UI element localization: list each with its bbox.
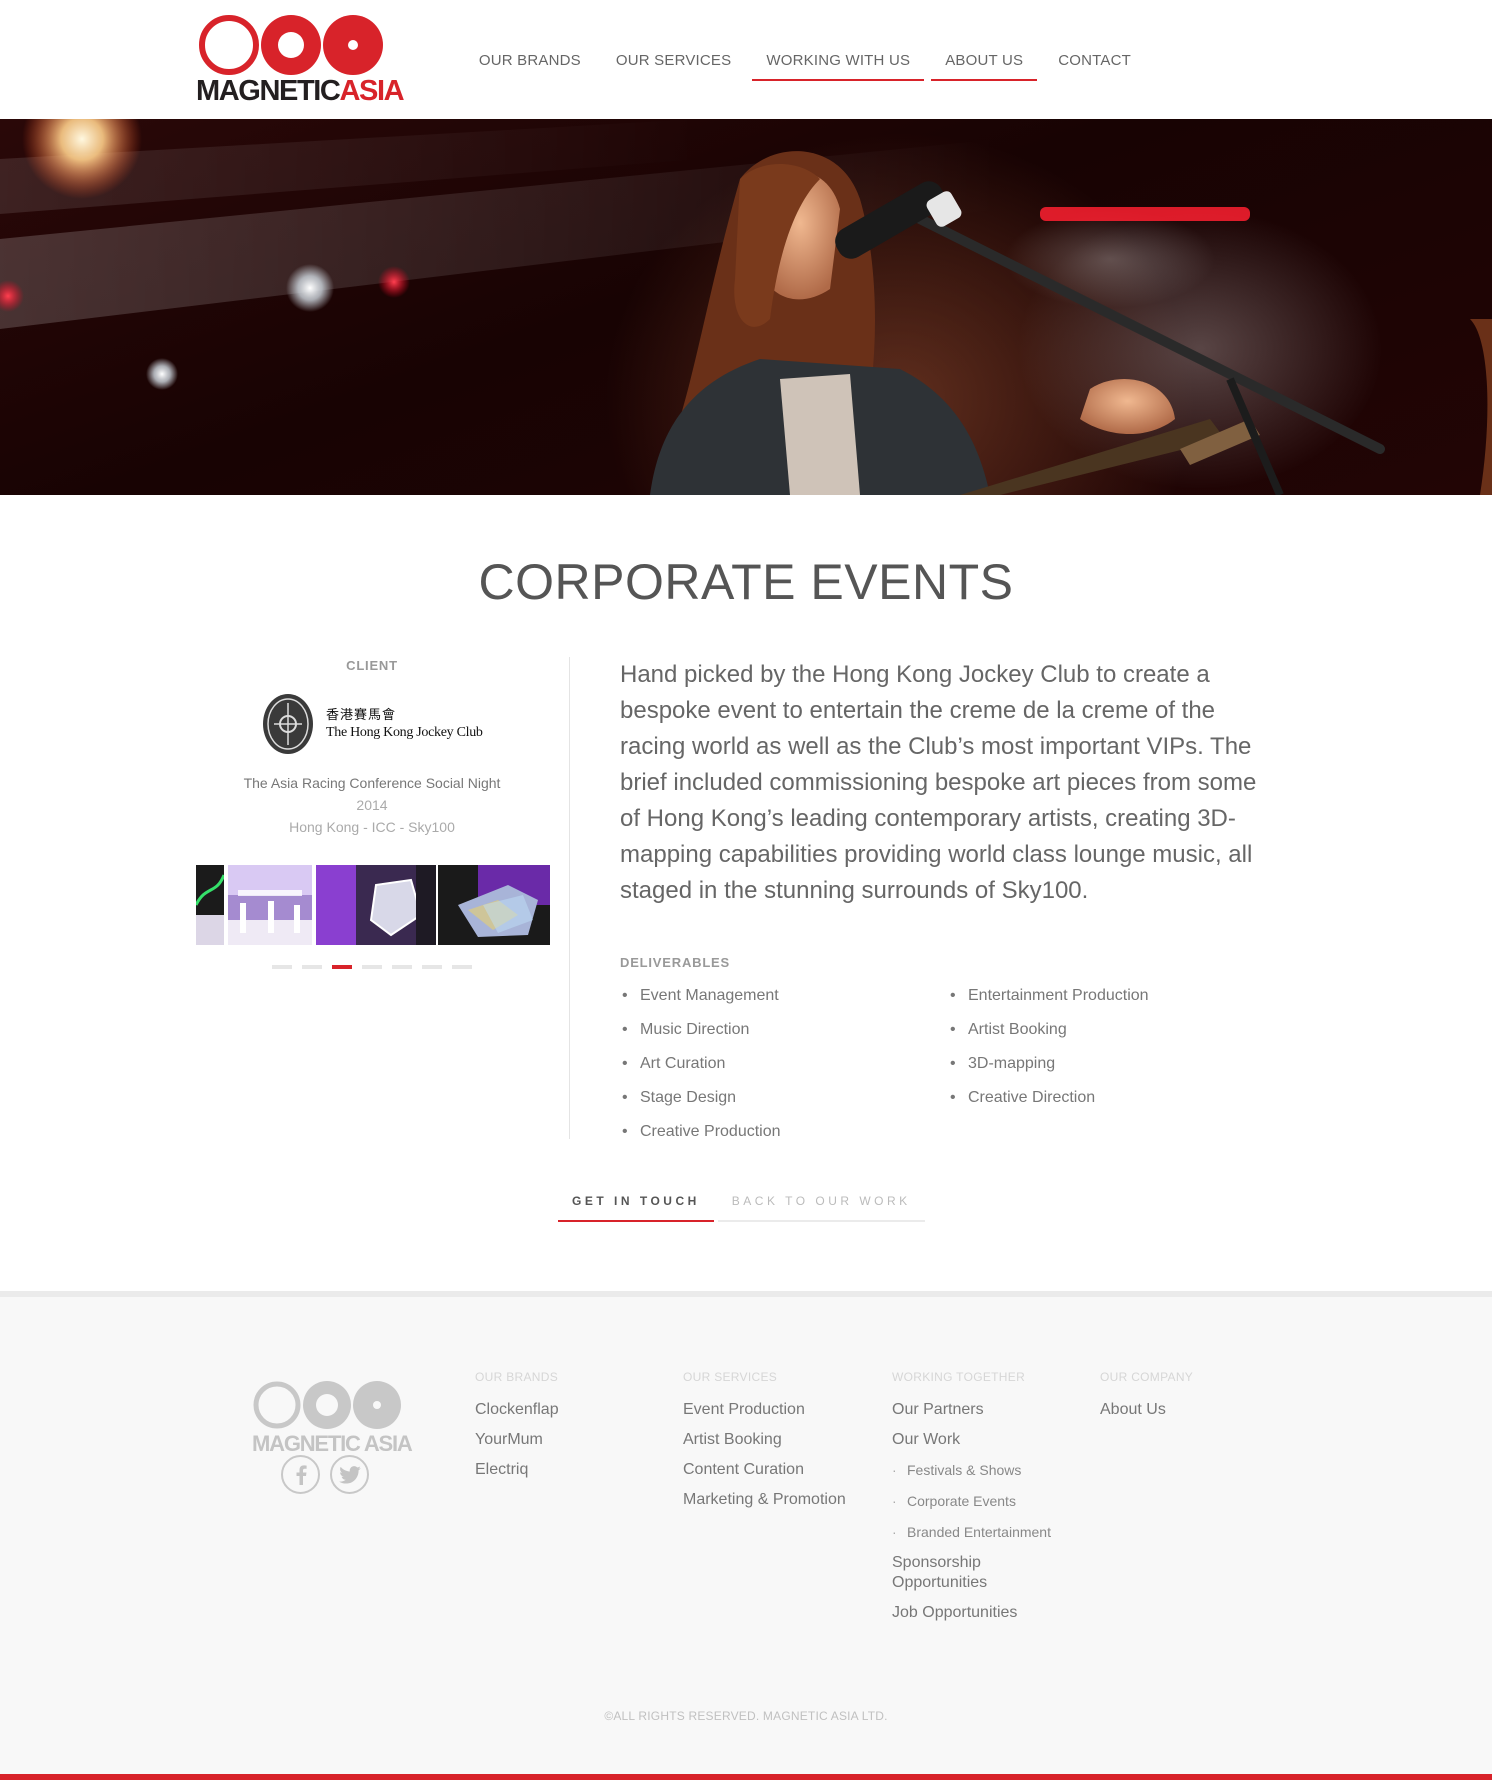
footer-logo-wordmark: MAGNETIC ASIA bbox=[252, 1431, 413, 1456]
footer-col-working-together: WORKING TOGETHER Our Partners Our Work F… bbox=[892, 1370, 1077, 1633]
social-links bbox=[281, 1455, 369, 1494]
footer-sublink-corporate-events[interactable]: Corporate Events bbox=[892, 1491, 1077, 1511]
main-nav: OUR BRANDS OUR SERVICES WORKING WITH US … bbox=[458, 0, 1145, 81]
site-footer: MAGNETIC ASIA OUR BRANDS Clockenflap You… bbox=[0, 1291, 1492, 1780]
footer-link-sponsorship-opportunities[interactable]: Sponsorship Opportunities bbox=[892, 1553, 1077, 1593]
gallery-thumb-3[interactable] bbox=[316, 865, 436, 945]
event-location: Hong Kong - ICC - Sky100 bbox=[289, 819, 455, 835]
footer-link-electriq[interactable]: Electriq bbox=[475, 1460, 675, 1480]
gallery-image-3 bbox=[316, 865, 436, 945]
cta-buttons: GET IN TOUCH BACK TO OUR WORK bbox=[558, 1182, 925, 1222]
nav-our-brands[interactable]: OUR BRANDS bbox=[465, 0, 595, 81]
gallery-dot-6[interactable] bbox=[422, 965, 442, 969]
footer-link-our-work[interactable]: Our Work bbox=[892, 1430, 1077, 1450]
page-title: CORPORATE EVENTS bbox=[478, 554, 1014, 610]
footer-col-our-services: OUR SERVICES Event Production Artist Boo… bbox=[683, 1370, 883, 1520]
gallery-dot-2[interactable] bbox=[302, 965, 322, 969]
footer-heading: OUR COMPANY bbox=[1100, 1370, 1194, 1384]
gallery-thumb-1[interactable] bbox=[196, 865, 224, 945]
client-logo-english: The Hong Kong Jockey Club bbox=[326, 725, 483, 740]
deliverable-item: Event Management bbox=[620, 986, 781, 1020]
gallery-image-2 bbox=[228, 865, 312, 945]
logo-text-main: MAGNETIC bbox=[196, 75, 341, 107]
logo-wordmark: MAGNETICASIA bbox=[196, 75, 405, 108]
footer-heading: OUR BRANDS bbox=[475, 1370, 559, 1384]
gallery-dot-1[interactable] bbox=[272, 965, 292, 969]
logo-text-accent: ASIA bbox=[339, 75, 404, 107]
footer-link-our-partners[interactable]: Our Partners bbox=[892, 1400, 1077, 1420]
footer-link-content-curation[interactable]: Content Curation bbox=[683, 1460, 883, 1480]
footer-links: Clockenflap YourMum Electriq bbox=[475, 1400, 675, 1480]
gallery-thumb-2[interactable] bbox=[228, 865, 312, 945]
gallery-image-4 bbox=[438, 865, 550, 945]
copyright-text: ©ALL RIGHTS RESERVED. MAGNETIC ASIA LTD. bbox=[604, 1709, 888, 1723]
gallery-dot-7[interactable] bbox=[452, 965, 472, 969]
footer-link-event-production[interactable]: Event Production bbox=[683, 1400, 883, 1420]
client-panel: CLIENT 香港賽馬會 The Hong Kong Jockey Club T… bbox=[196, 658, 550, 969]
deliverable-item: Stage Design bbox=[620, 1088, 781, 1122]
get-in-touch-button[interactable]: GET IN TOUCH bbox=[558, 1182, 714, 1222]
twitter-icon[interactable] bbox=[330, 1455, 369, 1494]
twitter-glyph bbox=[338, 1465, 361, 1484]
gallery-dot-5[interactable] bbox=[392, 965, 412, 969]
footer-heading: OUR SERVICES bbox=[683, 1370, 778, 1384]
footer-link-artist-booking[interactable]: Artist Booking bbox=[683, 1430, 883, 1450]
deliverable-item: Creative Production bbox=[620, 1122, 781, 1156]
logo-circles-icon bbox=[199, 15, 383, 75]
nav-working-with-us[interactable]: WORKING WITH US bbox=[752, 0, 925, 81]
facebook-icon[interactable] bbox=[281, 1455, 320, 1494]
deliverable-item: Artist Booking bbox=[948, 1020, 1149, 1054]
deliverables-column-1: Event Management Music Direction Art Cur… bbox=[620, 986, 781, 1156]
footer-link-yourmum[interactable]: YourMum bbox=[475, 1430, 675, 1450]
gallery-pagination bbox=[196, 965, 548, 969]
hero-banner-image bbox=[0, 119, 1492, 495]
footer-col-our-brands: OUR BRANDS Clockenflap YourMum Electriq bbox=[475, 1370, 675, 1490]
client-logo-chinese: 香港賽馬會 bbox=[326, 708, 397, 723]
gallery-dot-3[interactable] bbox=[332, 965, 352, 969]
footer-accent-bar bbox=[0, 1774, 1492, 1780]
deliverable-item: Creative Direction bbox=[948, 1088, 1149, 1122]
footer-logo-circles-icon bbox=[253, 1381, 401, 1429]
footer-link-about-us[interactable]: About Us bbox=[1100, 1400, 1300, 1420]
footer-link-marketing-promotion[interactable]: Marketing & Promotion bbox=[683, 1490, 883, 1510]
facebook-glyph bbox=[296, 1464, 307, 1485]
deliverable-item: Music Direction bbox=[620, 1020, 781, 1054]
deliverables-label: DELIVERABLES bbox=[620, 955, 731, 970]
footer-sublink-festivals-shows[interactable]: Festivals & Shows bbox=[892, 1460, 1077, 1480]
footer-link-job-opportunities[interactable]: Job Opportunities bbox=[892, 1603, 1077, 1623]
client-label: CLIENT bbox=[346, 658, 398, 673]
column-divider bbox=[569, 657, 570, 1139]
site-header: MAGNETICASIA OUR BRANDS OUR SERVICES WOR… bbox=[0, 0, 1492, 119]
nav-our-services[interactable]: OUR SERVICES bbox=[602, 0, 746, 81]
deliverables-list: Event Management Music Direction Art Cur… bbox=[620, 986, 1280, 1166]
event-name: The Asia Racing Conference Social Night bbox=[243, 775, 501, 791]
project-description-panel: Hand picked by the Hong Kong Jockey Club… bbox=[620, 657, 1280, 1166]
event-year: 2014 bbox=[356, 797, 388, 813]
nav-about-us[interactable]: ABOUT US bbox=[931, 0, 1038, 81]
project-description: Hand picked by the Hong Kong Jockey Club… bbox=[620, 661, 1257, 904]
concert-performer-illustration bbox=[0, 119, 1492, 495]
footer-links: Our Partners Our Work Festivals & Shows … bbox=[892, 1400, 1077, 1623]
footer-sublink-branded-entertainment[interactable]: Branded Entertainment bbox=[892, 1522, 1077, 1542]
footer-heading: WORKING TOGETHER bbox=[892, 1370, 1026, 1384]
magnetic-asia-logo[interactable]: MAGNETICASIA bbox=[196, 13, 405, 107]
deliverable-item: Entertainment Production bbox=[948, 986, 1149, 1020]
gallery-dot-4[interactable] bbox=[362, 965, 382, 969]
footer-links: About Us bbox=[1100, 1400, 1300, 1420]
footer-link-clockenflap[interactable]: Clockenflap bbox=[475, 1400, 675, 1420]
back-to-our-work-button[interactable]: BACK TO OUR WORK bbox=[717, 1182, 925, 1222]
footer-col-our-company: OUR COMPANY About Us bbox=[1100, 1370, 1300, 1430]
nav-contact[interactable]: CONTACT bbox=[1044, 0, 1145, 81]
gallery-thumb-4[interactable] bbox=[438, 865, 550, 945]
jockey-club-seal-icon bbox=[263, 694, 313, 754]
gallery-image-1 bbox=[196, 865, 224, 945]
footer-links: Event Production Artist Booking Content … bbox=[683, 1400, 883, 1510]
event-gallery-carousel[interactable] bbox=[196, 865, 550, 945]
deliverable-item: Art Curation bbox=[620, 1054, 781, 1088]
deliverables-column-2: Entertainment Production Artist Booking … bbox=[948, 986, 1149, 1122]
client-logo: 香港賽馬會 The Hong Kong Jockey Club bbox=[262, 693, 483, 755]
deliverable-item: 3D-mapping bbox=[948, 1054, 1149, 1088]
